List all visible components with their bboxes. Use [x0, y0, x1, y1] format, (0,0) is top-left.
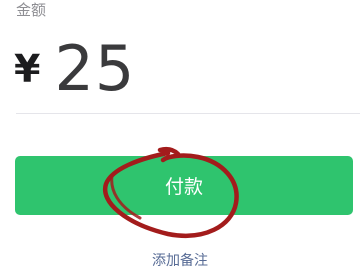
currency-symbol: ¥ [14, 47, 41, 91]
pay-button[interactable]: 付款 [15, 156, 353, 215]
payment-page: 金额 ¥ 25 付款 添加备注 [0, 0, 360, 270]
amount-divider [16, 113, 360, 114]
amount-label: 金额 [16, 1, 47, 19]
amount-display: ¥ 25 [14, 34, 135, 104]
add-remark-link[interactable]: 添加备注 [0, 252, 360, 270]
amount-value[interactable]: 25 [54, 38, 135, 100]
